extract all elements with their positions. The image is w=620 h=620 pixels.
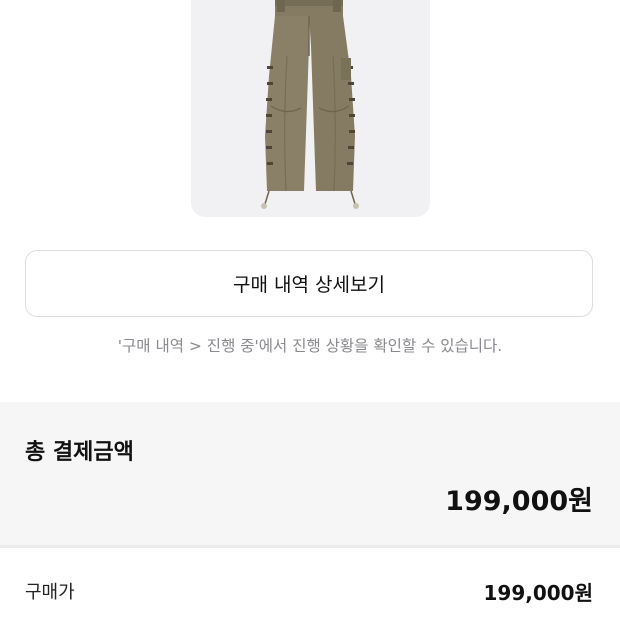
purchase-detail-button-label: 구매 내역 상세보기 xyxy=(233,274,385,296)
progress-hint-text: '구매 내역 > 진행 중'에서 진행 상황을 확인할 수 있습니다. xyxy=(117,337,503,355)
purchase-detail-button[interactable]: 구매 내역 상세보기 xyxy=(25,250,593,317)
product-image-card[interactable] xyxy=(191,0,430,217)
total-payment-amount: 199,000원 xyxy=(445,486,593,517)
purchase-price-label: 구매가 xyxy=(25,582,75,603)
purchase-price-row: 구매가 199,000원 xyxy=(0,548,620,620)
cargo-pants-image xyxy=(261,0,359,209)
total-payment-title: 총 결제금액 xyxy=(25,440,134,465)
purchase-price-value: 199,000원 xyxy=(483,581,594,605)
total-payment-section: 총 결제금액 199,000원 xyxy=(0,402,620,545)
